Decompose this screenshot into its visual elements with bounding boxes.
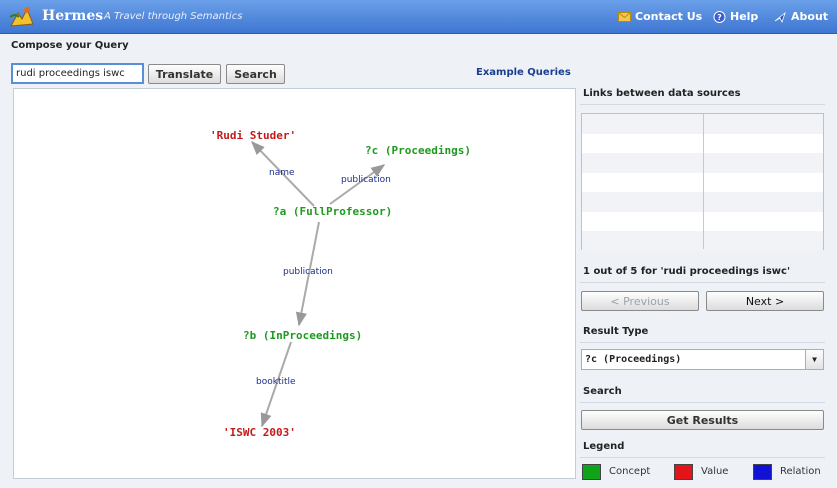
query-graph-canvas[interactable]: 'Rudi Studer' ?c (Proceedings) ?a (FullP… bbox=[13, 88, 576, 479]
previous-button[interactable]: < Previous bbox=[581, 291, 699, 311]
divider bbox=[580, 282, 825, 283]
get-results-button[interactable]: Get Results bbox=[581, 410, 824, 430]
links-heading: Links between data sources bbox=[583, 88, 741, 99]
top-bar: Hermes A Travel through Semantics Contac… bbox=[0, 0, 837, 34]
legend-value-swatch bbox=[674, 464, 693, 480]
example-queries-link[interactable]: Example Queries bbox=[476, 67, 571, 78]
result-count: 1 out of 5 for 'rudi proceedings iswc' bbox=[583, 266, 791, 277]
node-iswc-2003[interactable]: 'ISWC 2003' bbox=[223, 426, 296, 439]
query-input[interactable] bbox=[11, 63, 144, 84]
search-heading: Search bbox=[583, 386, 622, 397]
app-subtitle: A Travel through Semantics bbox=[104, 11, 243, 22]
contact-us-label: Contact Us bbox=[635, 10, 703, 23]
query-graph-edges bbox=[251, 140, 386, 428]
divider bbox=[580, 342, 825, 343]
result-type-value: ?c (Proceedings) bbox=[585, 354, 682, 365]
legend-concept-label: Concept bbox=[609, 466, 651, 477]
hermes-logo-icon bbox=[9, 7, 34, 27]
links-table[interactable] bbox=[581, 113, 824, 251]
help-label: Help bbox=[730, 10, 759, 23]
divider bbox=[580, 457, 825, 458]
node-proceedings[interactable]: ?c (Proceedings) bbox=[365, 144, 471, 157]
translate-button[interactable]: Translate bbox=[148, 64, 221, 84]
contact-us-link[interactable]: Contact Us bbox=[618, 10, 702, 23]
edge-label-booktitle[interactable]: booktitle bbox=[256, 377, 296, 387]
mail-icon bbox=[618, 11, 631, 22]
divider bbox=[580, 402, 825, 403]
edge-label-publication-mid[interactable]: publication bbox=[283, 267, 333, 277]
about-label: About bbox=[791, 10, 829, 23]
app-title: Hermes bbox=[42, 8, 104, 24]
compose-query-heading: Compose your Query bbox=[11, 40, 129, 51]
help-icon: ? bbox=[713, 10, 726, 23]
legend-relation-label: Relation bbox=[780, 466, 821, 477]
legend-heading: Legend bbox=[583, 441, 625, 452]
help-link[interactable]: ? Help bbox=[713, 10, 758, 23]
node-rudi-studer[interactable]: 'Rudi Studer' bbox=[210, 129, 296, 142]
result-type-select[interactable]: ?c (Proceedings) ▼ bbox=[581, 349, 824, 370]
legend-concept-swatch bbox=[582, 464, 601, 480]
legend-relation-swatch bbox=[753, 464, 772, 480]
next-button[interactable]: Next > bbox=[706, 291, 824, 311]
node-inproceedings[interactable]: ?b (InProceedings) bbox=[243, 329, 362, 342]
edge-label-name[interactable]: name bbox=[269, 168, 295, 178]
about-link[interactable]: About bbox=[774, 10, 828, 23]
about-icon bbox=[774, 11, 786, 23]
search-button[interactable]: Search bbox=[226, 64, 285, 84]
legend-value-label: Value bbox=[701, 466, 729, 477]
column-divider bbox=[703, 114, 704, 249]
divider bbox=[580, 104, 825, 105]
svg-text:?: ? bbox=[717, 13, 722, 22]
edge-label-publication-top[interactable]: publication bbox=[341, 175, 391, 185]
node-full-professor[interactable]: ?a (FullProfessor) bbox=[273, 205, 392, 218]
result-type-heading: Result Type bbox=[583, 326, 649, 337]
chevron-down-icon[interactable]: ▼ bbox=[805, 350, 823, 369]
